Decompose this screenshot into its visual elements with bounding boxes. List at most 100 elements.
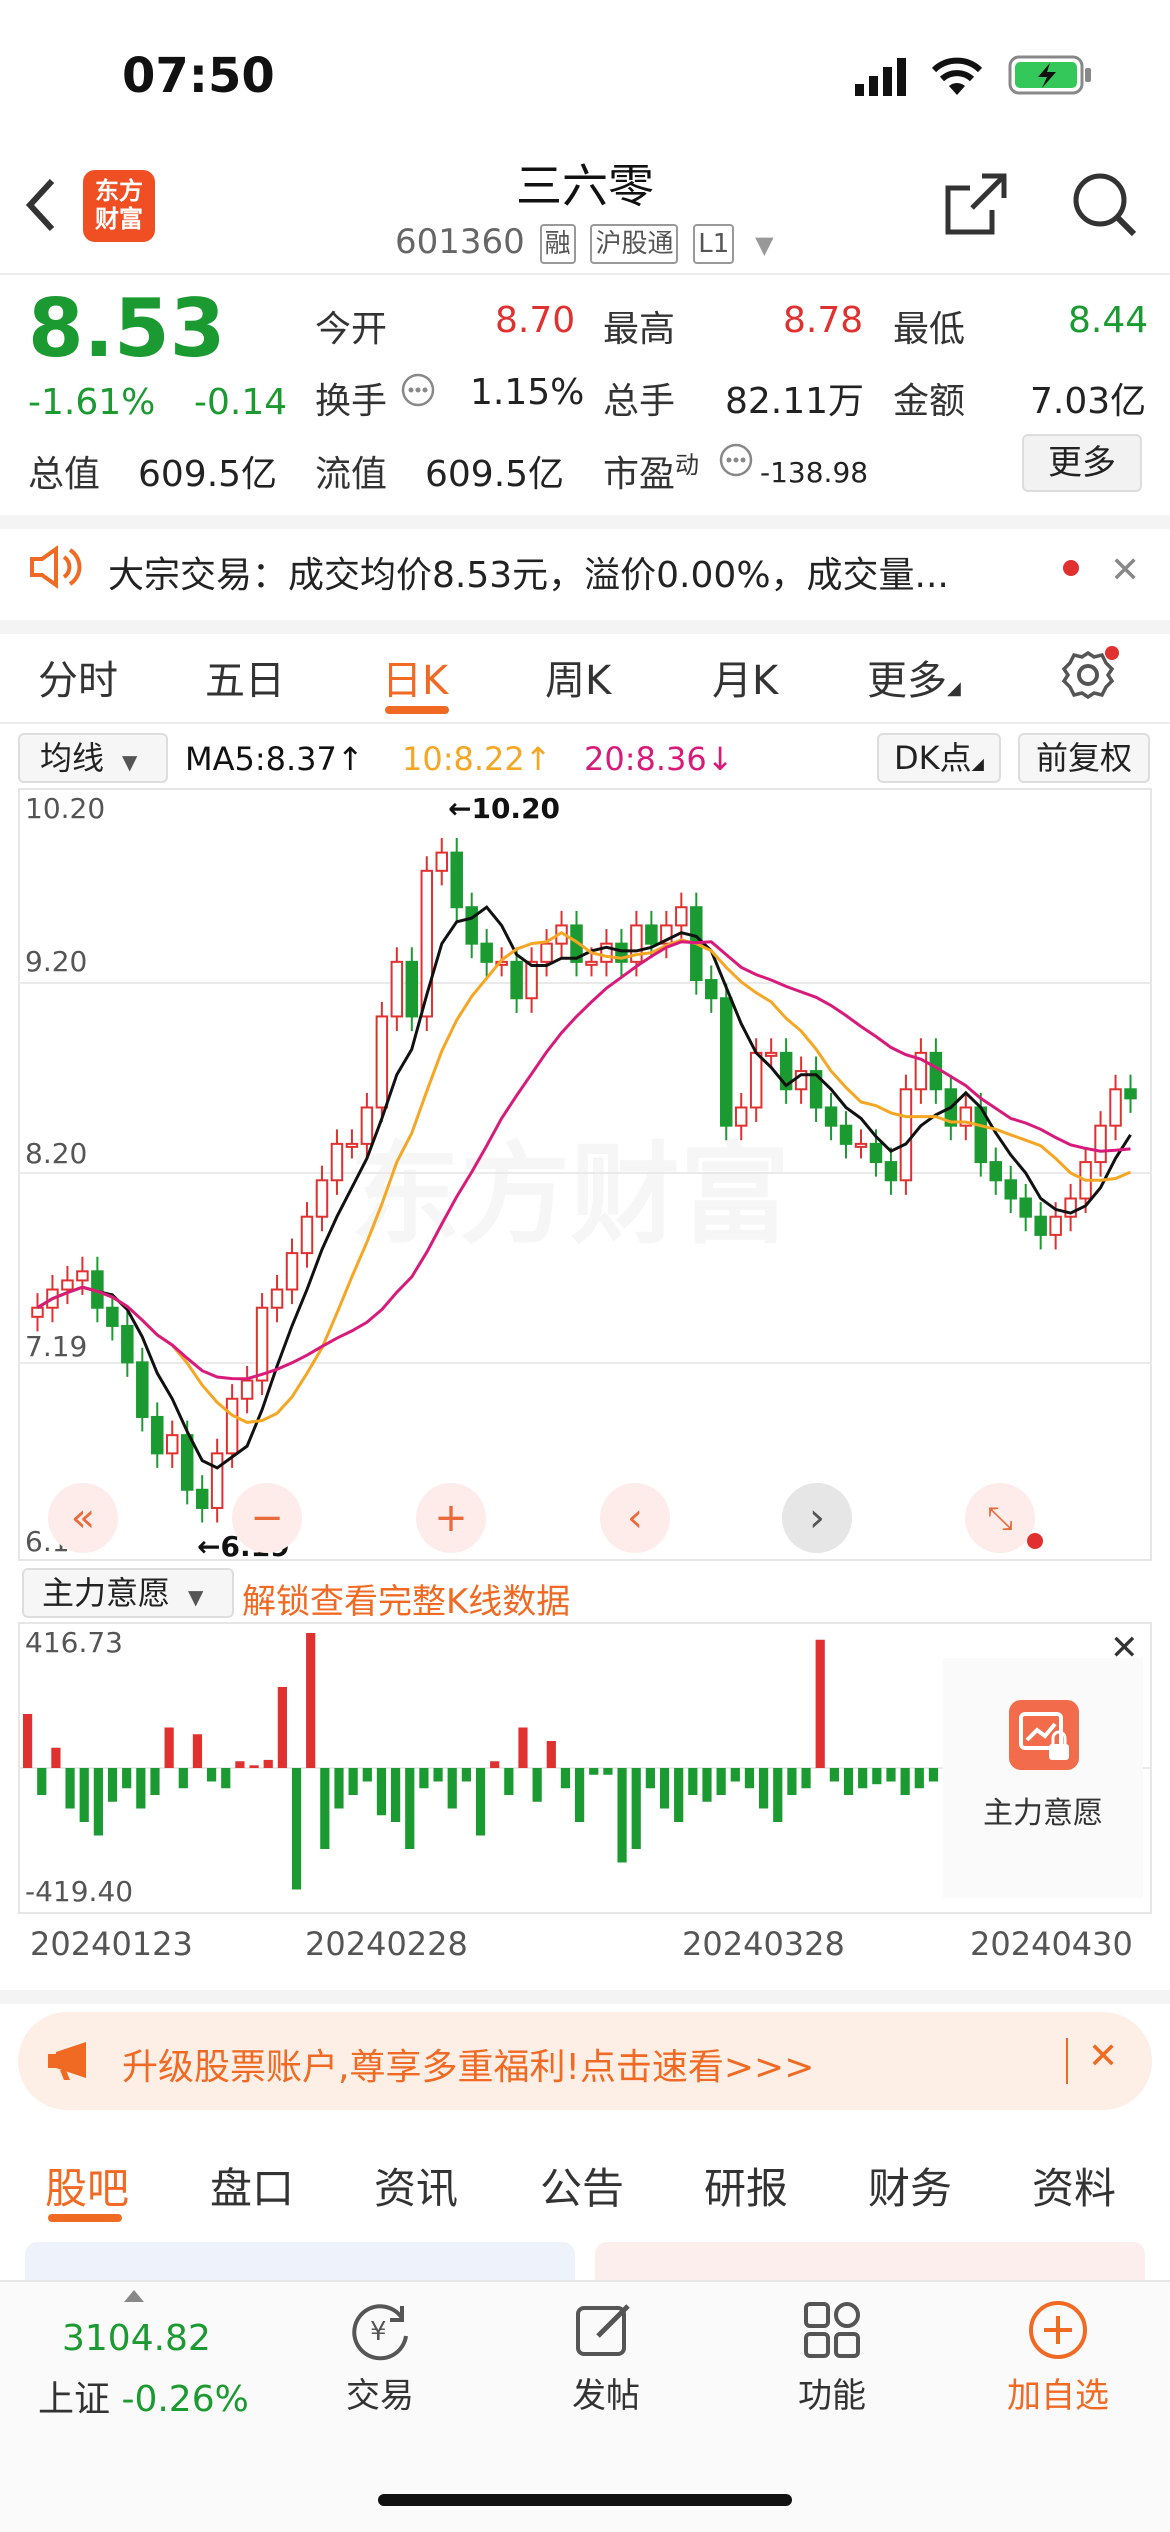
tab-daily-k[interactable]: 日K — [382, 648, 448, 706]
candle-body — [720, 997, 733, 1127]
promo-separator — [1066, 2038, 1068, 2084]
flow-bar — [886, 1768, 896, 1782]
tab-research[interactable]: 研报 — [704, 2155, 788, 2216]
settings-gear-icon[interactable] — [1060, 645, 1120, 709]
unlock-link[interactable]: 解锁查看完整K线数据 — [242, 1574, 570, 1623]
tag-margin: 融 — [539, 223, 576, 264]
flow-bar — [872, 1768, 882, 1785]
candle-body — [345, 1142, 359, 1148]
flow-bar — [263, 1759, 273, 1768]
flow-bar — [773, 1768, 783, 1822]
wifi-icon — [930, 55, 984, 101]
candle-body — [705, 979, 718, 1000]
candle-body — [899, 1088, 913, 1182]
promo-close-icon[interactable]: ✕ — [1088, 2036, 1118, 2077]
rewind-button[interactable]: « — [48, 1483, 118, 1553]
flow-bar — [447, 1768, 457, 1809]
candle-body — [1019, 1197, 1032, 1218]
stock-code-row[interactable]: 601360 融 沪股通 L1 ▼ — [395, 222, 774, 264]
tab-news[interactable]: 资讯 — [374, 2155, 458, 2216]
flow-promo-panel[interactable]: 主力意愿 — [943, 1658, 1143, 1898]
nav-functions[interactable]: 功能 — [762, 2368, 902, 2417]
flow-bar — [433, 1768, 443, 1782]
flow-bar — [730, 1768, 740, 1782]
tab-forum[interactable]: 股吧 — [45, 2155, 129, 2216]
more-icon[interactable] — [400, 372, 436, 412]
search-icon[interactable] — [1070, 170, 1138, 242]
tab-announcements[interactable]: 公告 — [540, 2155, 624, 2216]
flow-bar — [688, 1768, 698, 1795]
total-value-label: 总值 — [28, 454, 101, 495]
flow-bar — [51, 1747, 61, 1768]
zoom-in-button[interactable]: + — [416, 1483, 486, 1553]
flow-bar — [914, 1768, 924, 1789]
dk-point-button[interactable]: DK点◢ — [877, 733, 1001, 783]
candle-body — [300, 1215, 314, 1255]
tab-intraday[interactable]: 分时 — [38, 648, 118, 706]
notice-dot — [1063, 560, 1079, 576]
candle-body — [465, 906, 478, 945]
candle-body — [225, 1397, 239, 1455]
candle-body — [315, 1179, 329, 1218]
tab-monthly-k[interactable]: 月K — [712, 648, 778, 706]
promo-banner[interactable]: 升级股票账户,尊享多重福利!点击速看>>> ✕ — [18, 2012, 1152, 2110]
flow-close-icon[interactable]: ✕ — [1110, 1628, 1139, 1668]
low-value: 8.44 — [1068, 300, 1149, 341]
float-value: 609.5亿 — [425, 454, 565, 495]
tag-level: L1 — [693, 223, 735, 264]
flow-bar — [801, 1768, 811, 1789]
nav-trade[interactable]: 交易 — [310, 2368, 450, 2417]
flow-bar — [306, 1633, 316, 1768]
candle-body — [480, 942, 493, 963]
candle-body — [1004, 1179, 1017, 1200]
flow-bar — [589, 1768, 599, 1775]
flow-bar — [702, 1768, 712, 1802]
next-button[interactable]: › — [782, 1483, 852, 1553]
prev-button[interactable]: ‹ — [600, 1483, 670, 1553]
tab-active-indicator — [385, 706, 449, 714]
flow-bar — [560, 1768, 571, 1789]
ma20-value: 20:8.36↓ — [584, 740, 734, 778]
expand-icon[interactable]: ⤡ — [965, 1483, 1035, 1553]
promo-text: 升级股票账户,尊享多重福利!点击速看>>> — [122, 2047, 815, 2088]
flow-bar — [107, 1768, 118, 1802]
candle-body — [839, 1124, 853, 1145]
tab-five-day[interactable]: 五日 — [205, 648, 285, 706]
indicator-select[interactable]: 均线 ▼ — [18, 733, 168, 783]
change-amount: -0.14 — [194, 382, 288, 423]
index-row[interactable]: 上证 -0.26% — [38, 2370, 249, 2422]
zoom-out-button[interactable]: − — [232, 1483, 302, 1553]
add-circle-icon — [1026, 2298, 1090, 2366]
tabs-divider — [0, 722, 1170, 724]
section-gap — [0, 515, 1170, 529]
y-tick-2: 9.20 — [25, 945, 88, 978]
header-divider — [0, 273, 1170, 275]
adjust-button[interactable]: 前复权 — [1018, 733, 1150, 783]
index-value[interactable]: 3104.82 — [62, 2318, 211, 2359]
status-time: 07:50 — [122, 48, 275, 104]
flow-bar — [122, 1768, 132, 1789]
flow-bar — [362, 1768, 372, 1782]
notice-text[interactable]: 大宗交易：成交均价8.53元，溢价0.00%，成交量... — [108, 546, 1048, 598]
notice-close-icon[interactable]: ✕ — [1110, 550, 1140, 591]
nav-post[interactable]: 发帖 — [536, 2368, 676, 2417]
pe-value: -138.98 — [760, 456, 869, 489]
tab-profile[interactable]: 资料 — [1032, 2155, 1116, 2216]
svg-text:¥: ¥ — [370, 2317, 387, 2347]
nav-add-watchlist[interactable]: 加自选 — [988, 2368, 1128, 2417]
share-icon[interactable] — [942, 170, 1010, 242]
pe-more-icon[interactable] — [718, 442, 754, 482]
more-button[interactable]: 更多 — [1022, 434, 1142, 492]
flow-indicator-select[interactable]: 主力意愿 ▼ — [22, 1568, 234, 1618]
tab-more[interactable]: 更多◢ — [867, 648, 961, 706]
flow-y-max: 416.73 — [25, 1626, 123, 1659]
flow-bar — [461, 1768, 471, 1782]
flow-y-min: -419.40 — [25, 1875, 134, 1908]
flow-bar — [744, 1768, 755, 1789]
tab-weekly-k[interactable]: 周K — [545, 648, 611, 706]
flow-bar — [178, 1768, 188, 1789]
tab-orderbook[interactable]: 盘口 — [210, 2155, 294, 2216]
candle-body — [195, 1488, 209, 1509]
tab-finance[interactable]: 财务 — [868, 2155, 952, 2216]
candle-body — [166, 1434, 179, 1455]
